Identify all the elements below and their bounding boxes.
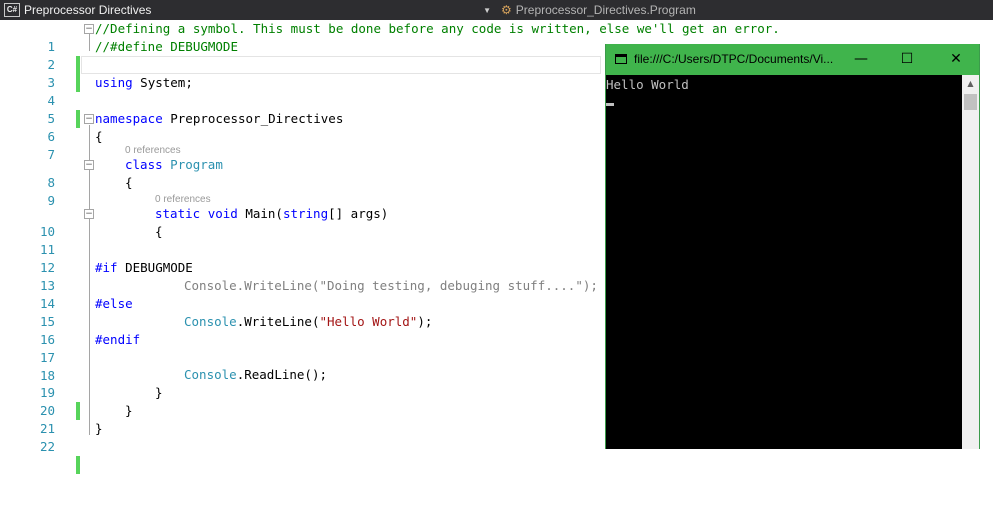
minimize-button[interactable]: — xyxy=(838,44,884,75)
code-text: .ReadLine(); xyxy=(236,367,327,382)
collapse-icon[interactable]: − xyxy=(84,160,94,170)
keyword: void xyxy=(207,206,238,221)
code-text: ); xyxy=(417,314,433,329)
preprocessor-directive: #endif xyxy=(95,332,141,347)
class-icon: ⚙ xyxy=(501,3,512,17)
change-indicator xyxy=(76,456,80,474)
code-text: .WriteLine( xyxy=(236,314,320,329)
comment: //Defining a symbol. This must be done b… xyxy=(95,21,780,36)
line-number: 22 xyxy=(39,439,55,454)
code-text: Preprocessor_Directives xyxy=(162,111,344,126)
code-text: } xyxy=(125,403,133,418)
code-text: DEBUGMODE xyxy=(117,260,193,275)
console-title: file:///C:/Users/DTPC/Documents/Vi... xyxy=(634,52,834,66)
code-text: } xyxy=(155,385,163,400)
collapse-icon[interactable]: − xyxy=(84,114,94,124)
inactive-code: Console.WriteLine("Doing testing, debugi… xyxy=(184,278,598,293)
preprocessor-directive: #if xyxy=(95,260,118,275)
close-button[interactable]: ✕ xyxy=(933,44,979,75)
code-text: System; xyxy=(132,75,193,90)
type-name: Console xyxy=(184,367,237,382)
keyword: class xyxy=(125,157,163,172)
csharp-project-icon: C# xyxy=(4,3,20,17)
console-title-bar[interactable]: file:///C:/Users/DTPC/Documents/Vi... — … xyxy=(606,44,979,75)
code-text: { xyxy=(125,175,133,190)
code-text: { xyxy=(155,224,163,239)
keyword: static xyxy=(155,206,201,221)
code-text: } xyxy=(95,421,103,436)
type-name: Console xyxy=(184,314,237,329)
scroll-up-arrow-icon[interactable]: ▲ xyxy=(962,75,979,92)
code-line: 1 − //Defining a symbol. This must be do… xyxy=(0,20,993,74)
console-scrollbar[interactable]: ▲ xyxy=(962,75,979,449)
keyword: string xyxy=(282,206,329,221)
navigation-bar: C# Preprocessor Directives ▼ ⚙ Preproces… xyxy=(0,0,993,20)
collapse-icon[interactable]: − xyxy=(84,24,94,34)
string-literal: "Hello World" xyxy=(319,314,418,329)
console-window[interactable]: file:///C:/Users/DTPC/Documents/Vi... — … xyxy=(605,44,980,449)
console-output: Hello World xyxy=(606,77,689,92)
console-output-area[interactable]: Hello World xyxy=(606,75,962,449)
maximize-button[interactable]: ☐ xyxy=(884,44,930,75)
console-window-icon xyxy=(615,54,627,64)
chevron-down-icon: ▼ xyxy=(483,5,491,15)
type-name: Program xyxy=(170,157,223,172)
scope-dropdown[interactable]: ⚙ Preprocessor_Directives.Program xyxy=(499,0,993,20)
keyword: namespace xyxy=(95,111,163,126)
text-cursor xyxy=(606,103,614,106)
comment: //#define DEBUGMODE xyxy=(95,39,238,54)
keyword: using xyxy=(95,75,133,90)
scrollbar-thumb[interactable] xyxy=(964,94,977,110)
project-dropdown[interactable]: C# Preprocessor Directives ▼ xyxy=(0,0,497,20)
scope-name: Preprocessor_Directives.Program xyxy=(515,3,696,17)
code-text: [] args) xyxy=(328,206,389,221)
preprocessor-directive: #else xyxy=(95,296,133,311)
collapse-icon[interactable]: − xyxy=(84,209,94,219)
method-name: Main( xyxy=(237,206,283,221)
project-name: Preprocessor Directives xyxy=(24,3,152,17)
code-text: { xyxy=(95,129,103,144)
